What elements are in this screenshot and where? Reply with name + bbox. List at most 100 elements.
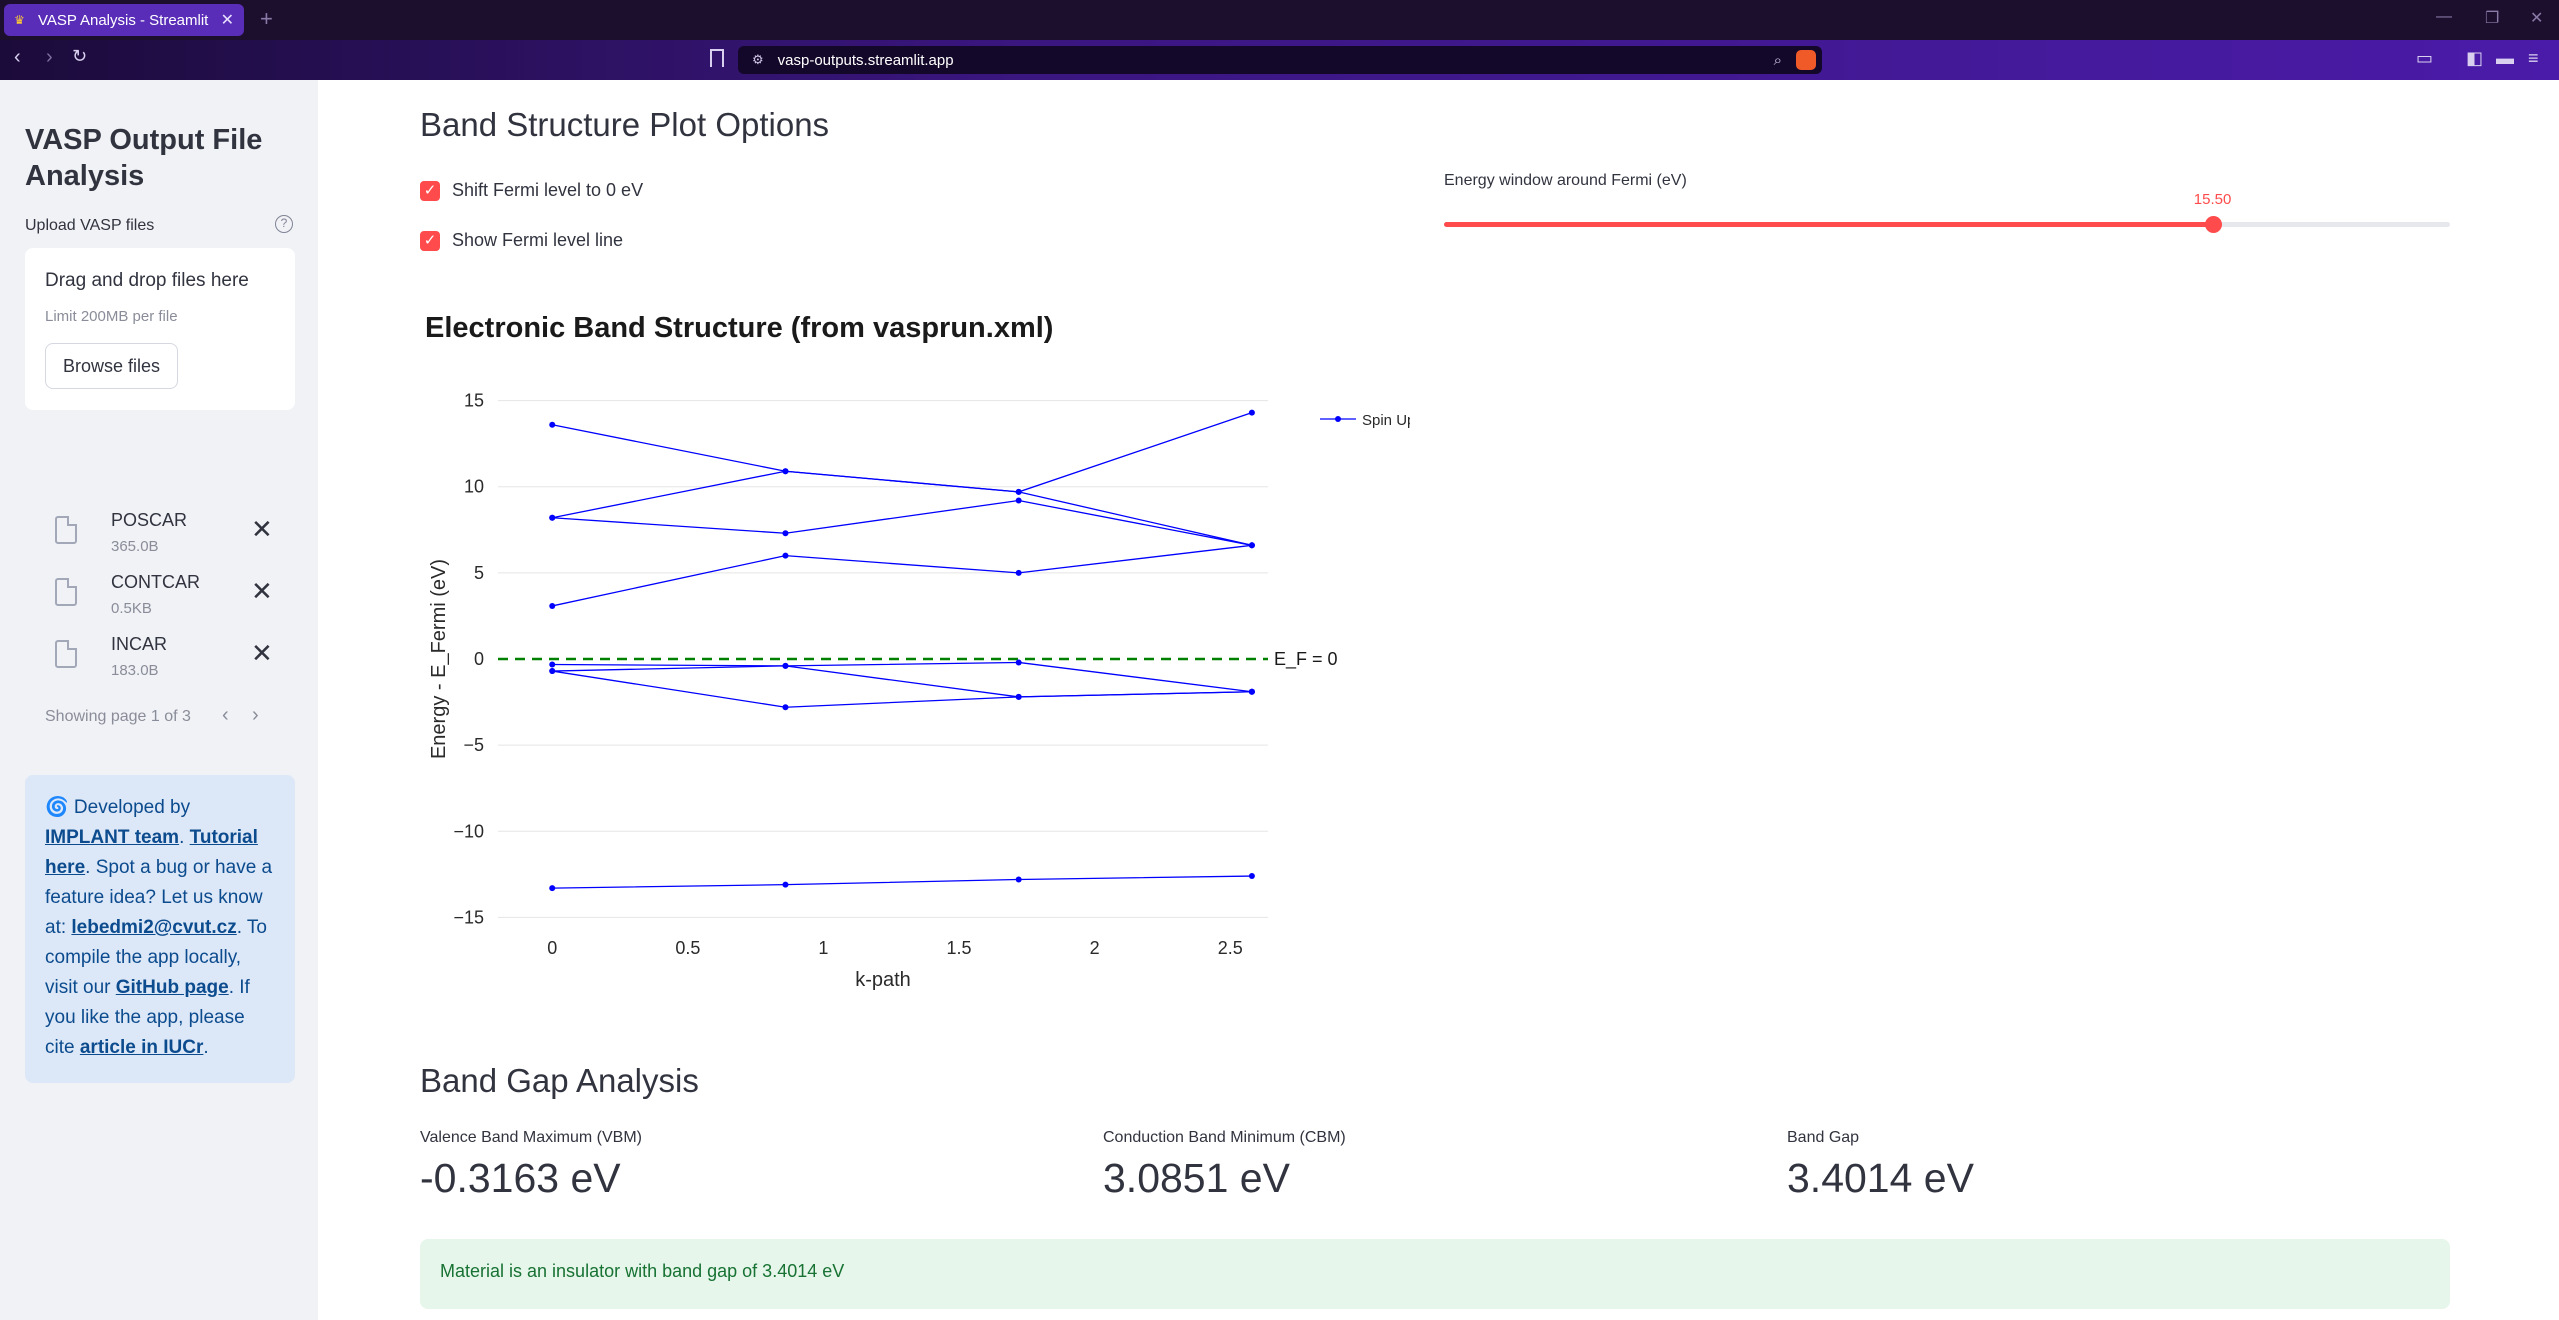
info-box: 🌀 Developed by IMPLANT team. Tutorial he… (25, 775, 295, 1083)
close-window-icon[interactable]: ✕ (2530, 8, 2543, 28)
band-point (549, 514, 556, 521)
band-point (1248, 688, 1255, 695)
band-point (782, 704, 789, 711)
brave-shields-icon[interactable] (1796, 50, 1816, 70)
band-point (782, 530, 789, 537)
menu-icon[interactable]: ≡ (2528, 48, 2539, 69)
browser-tab-bar: ♛ VASP Analysis - Streamlit ✕ + — ❐ ✕ (0, 0, 2559, 40)
band-line (552, 665, 1252, 698)
band-point (1015, 488, 1022, 495)
remove-file-icon[interactable]: ✕ (251, 638, 273, 669)
streamlit-crown-icon: ♛ (14, 13, 25, 27)
file-icon (55, 516, 77, 544)
band-point (549, 885, 556, 892)
file-dropzone[interactable]: Drag and drop files here Limit 200MB per… (25, 248, 295, 410)
band-point (1248, 542, 1255, 549)
uploaded-file: INCAR 183.0B ✕ (25, 634, 295, 688)
info-end: . (203, 1037, 209, 1058)
slider-fill (1444, 222, 2213, 227)
file-size: 0.5KB (111, 600, 152, 617)
band-line (552, 499, 1253, 546)
file-size: 183.0B (111, 662, 159, 679)
site-settings-icon[interactable]: ⚙ (752, 52, 764, 68)
forward-icon[interactable]: › (46, 46, 53, 69)
cbm-value: 3.0851 eV (1103, 1155, 1290, 1201)
show-fermi-checkbox[interactable]: ✓ (420, 231, 440, 251)
legend-swatch-point (1335, 416, 1341, 422)
url-field[interactable]: ⚙ vasp-outputs.streamlit.app ⌕ (738, 46, 1822, 74)
new-tab-icon[interactable]: + (260, 6, 273, 32)
y-tick-label: 0 (474, 649, 484, 669)
help-icon[interactable]: ? (275, 215, 293, 233)
band-line (552, 875, 1252, 889)
close-tab-icon[interactable]: ✕ (221, 10, 234, 30)
x-tick-label: 0.5 (675, 938, 700, 958)
reload-icon[interactable]: ↻ (72, 46, 87, 67)
info-sep: . (179, 827, 190, 848)
dropzone-limit: Limit 200MB per file (45, 308, 178, 325)
energy-window-label: Energy window around Fermi (eV) (1444, 172, 1687, 189)
band-point (1248, 873, 1255, 880)
url-text: vasp-outputs.streamlit.app (777, 51, 954, 69)
file-icon (55, 578, 77, 606)
tab-title: VASP Analysis - Streamlit (38, 11, 209, 29)
file-name: CONTCAR (111, 572, 200, 592)
next-page-icon[interactable]: › (252, 704, 259, 727)
band-point (782, 468, 789, 475)
band-point (1248, 409, 1255, 416)
restore-icon[interactable]: ❐ (2485, 8, 2499, 28)
browser-tab[interactable]: ♛ VASP Analysis - Streamlit ✕ (4, 4, 244, 36)
article-link[interactable]: article in IUCr (80, 1037, 204, 1058)
y-tick-label: 15 (464, 391, 484, 411)
y-tick-label: 5 (474, 563, 484, 583)
zoom-icon[interactable]: ⌕ (1774, 52, 1782, 69)
show-fermi-label: Show Fermi level line (452, 230, 624, 250)
sidebar-toggle-icon[interactable]: ◧ (2466, 48, 2483, 69)
energy-window-slider[interactable]: 15.50 (1444, 191, 2450, 233)
y-axis-label: Energy - E_Fermi (eV) (428, 559, 450, 759)
dropzone-text: Drag and drop files here (45, 270, 249, 291)
file-size: 365.0B (111, 538, 159, 555)
band-line (552, 670, 1252, 708)
x-tick-label: 1 (818, 938, 828, 958)
x-tick-label: 0 (547, 938, 557, 958)
team-link[interactable]: IMPLANT team (45, 827, 179, 848)
upload-label: Upload VASP files (25, 217, 155, 234)
remove-file-icon[interactable]: ✕ (251, 576, 273, 607)
x-axis-label: k-path (855, 969, 911, 991)
x-tick-label: 1.5 (947, 938, 972, 958)
github-link[interactable]: GitHub page (116, 977, 229, 998)
shift-fermi-checkbox[interactable]: ✓ (420, 181, 440, 201)
band-point (782, 662, 789, 669)
y-tick-label: −5 (463, 735, 484, 755)
remove-file-icon[interactable]: ✕ (251, 514, 273, 545)
band-line (552, 470, 1253, 546)
bookmark-icon[interactable] (710, 49, 724, 67)
minimize-icon[interactable]: — (2436, 8, 2452, 26)
wallet-icon[interactable]: ▭ (2416, 48, 2433, 69)
y-tick-label: 10 (464, 477, 484, 497)
insulator-message: Material is an insulator with band gap o… (420, 1239, 2450, 1309)
fermi-level-label: E_F = 0 (1274, 649, 1338, 670)
options-heading: Band Structure Plot Options (420, 106, 830, 143)
sidebar-title: VASP Output File Analysis (25, 124, 263, 192)
band-point (549, 668, 556, 675)
info-prefix: 🌀 Developed by (45, 797, 191, 818)
prev-page-icon[interactable]: ‹ (222, 704, 229, 727)
gap-label: Band Gap (1787, 1129, 1860, 1146)
email-link[interactable]: lebedmi2@cvut.cz (71, 917, 236, 938)
band-point (1015, 497, 1022, 504)
vbm-label: Valence Band Maximum (VBM) (420, 1129, 642, 1146)
x-tick-label: 2.5 (1218, 938, 1243, 958)
cbm-label: Conduction Band Minimum (CBM) (1103, 1129, 1346, 1146)
pager-text: Showing page 1 of 3 (45, 708, 191, 725)
uploaded-file: CONTCAR 0.5KB ✕ (25, 572, 295, 626)
browse-files-button[interactable]: Browse files (45, 343, 178, 389)
back-icon[interactable]: ‹ (14, 46, 21, 69)
vpn-icon[interactable]: ▬ (2496, 48, 2514, 69)
slider-value: 15.50 (2193, 191, 2232, 208)
file-icon (55, 640, 77, 668)
band-point (1015, 569, 1022, 576)
slider-thumb[interactable] (2204, 216, 2222, 233)
legend-label: Spin Up (1362, 412, 1410, 429)
